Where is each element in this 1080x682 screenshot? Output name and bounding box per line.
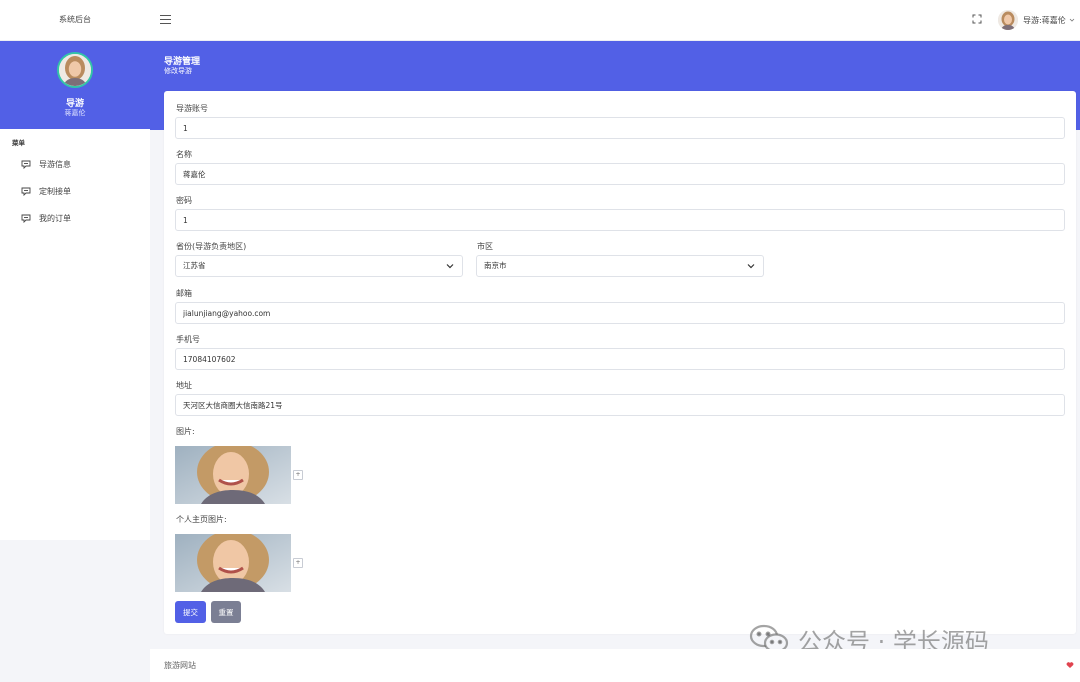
brand-title: 系统后台	[59, 15, 91, 24]
province-value: 江苏省	[183, 261, 206, 270]
name-input[interactable]	[175, 163, 1065, 185]
homepage-photo	[175, 534, 291, 592]
footer: 旅游网站	[150, 649, 1080, 682]
top-bar: 系统后台 导游:蒋嘉伦	[0, 0, 1080, 41]
guide-photo	[175, 446, 291, 504]
upload-homepage-image-button[interactable]: +	[293, 558, 303, 568]
chevron-down-icon	[446, 264, 454, 269]
city-label: 市区	[477, 242, 493, 251]
phone-input[interactable]	[175, 348, 1065, 370]
profile-avatar	[57, 52, 93, 88]
sidebar-item-label: 我的订单	[39, 213, 71, 223]
email-input[interactable]	[175, 302, 1065, 324]
sidebar-item-my-orders[interactable]: 我的订单	[0, 206, 150, 230]
message-icon	[21, 214, 31, 223]
chevron-down-icon	[1069, 18, 1074, 22]
address-label: 地址	[176, 381, 192, 390]
address-input[interactable]	[175, 394, 1065, 416]
footer-text: 旅游网站	[164, 661, 196, 670]
sidebar-item-custom-orders[interactable]: 定制接单	[0, 179, 150, 203]
province-label: 省份(导游负责地区)	[176, 242, 247, 251]
heart-icon	[1066, 662, 1074, 668]
message-icon	[21, 187, 31, 196]
sidebar-item-label: 导游信息	[39, 159, 71, 169]
hamburger-menu-icon[interactable]	[160, 15, 171, 24]
user-menu[interactable]: 导游:蒋嘉伦	[998, 10, 1075, 30]
sidebar: 导游 蒋嘉伦 菜单 导游信息 定制接单 我的订单	[0, 41, 150, 540]
reset-button[interactable]: 重置	[211, 601, 241, 623]
email-label: 邮箱	[176, 289, 192, 298]
account-label: 导游账号	[176, 104, 208, 113]
page-subtitle: 修改导游	[164, 67, 192, 75]
phone-label: 手机号	[176, 335, 200, 344]
fullscreen-icon[interactable]	[972, 14, 982, 24]
sidebar-item-guide-info[interactable]: 导游信息	[0, 152, 150, 176]
name-label: 名称	[176, 150, 192, 159]
chevron-down-icon	[747, 264, 755, 269]
edit-guide-form: 导游账号 名称 密码 省份(导游负责地区) 江苏省 市区 南京市 邮箱 手机号 …	[164, 91, 1076, 634]
message-icon	[21, 160, 31, 169]
password-label: 密码	[176, 196, 192, 205]
menu-title: 菜单	[12, 139, 25, 147]
city-select[interactable]: 南京市	[476, 255, 764, 277]
account-input[interactable]	[175, 117, 1065, 139]
city-value: 南京市	[484, 261, 507, 270]
homepage-image-label: 个人主页图片:	[176, 515, 227, 524]
submit-button[interactable]: 提交	[175, 601, 206, 623]
sidebar-item-label: 定制接单	[39, 186, 71, 196]
province-select[interactable]: 江苏省	[175, 255, 463, 277]
password-input[interactable]	[175, 209, 1065, 231]
image-label: 图片:	[176, 427, 195, 436]
avatar	[998, 10, 1018, 30]
upload-image-button[interactable]: +	[293, 470, 303, 480]
user-name: 导游:蒋嘉伦	[1023, 15, 1066, 25]
profile-name: 蒋嘉伦	[64, 109, 86, 117]
